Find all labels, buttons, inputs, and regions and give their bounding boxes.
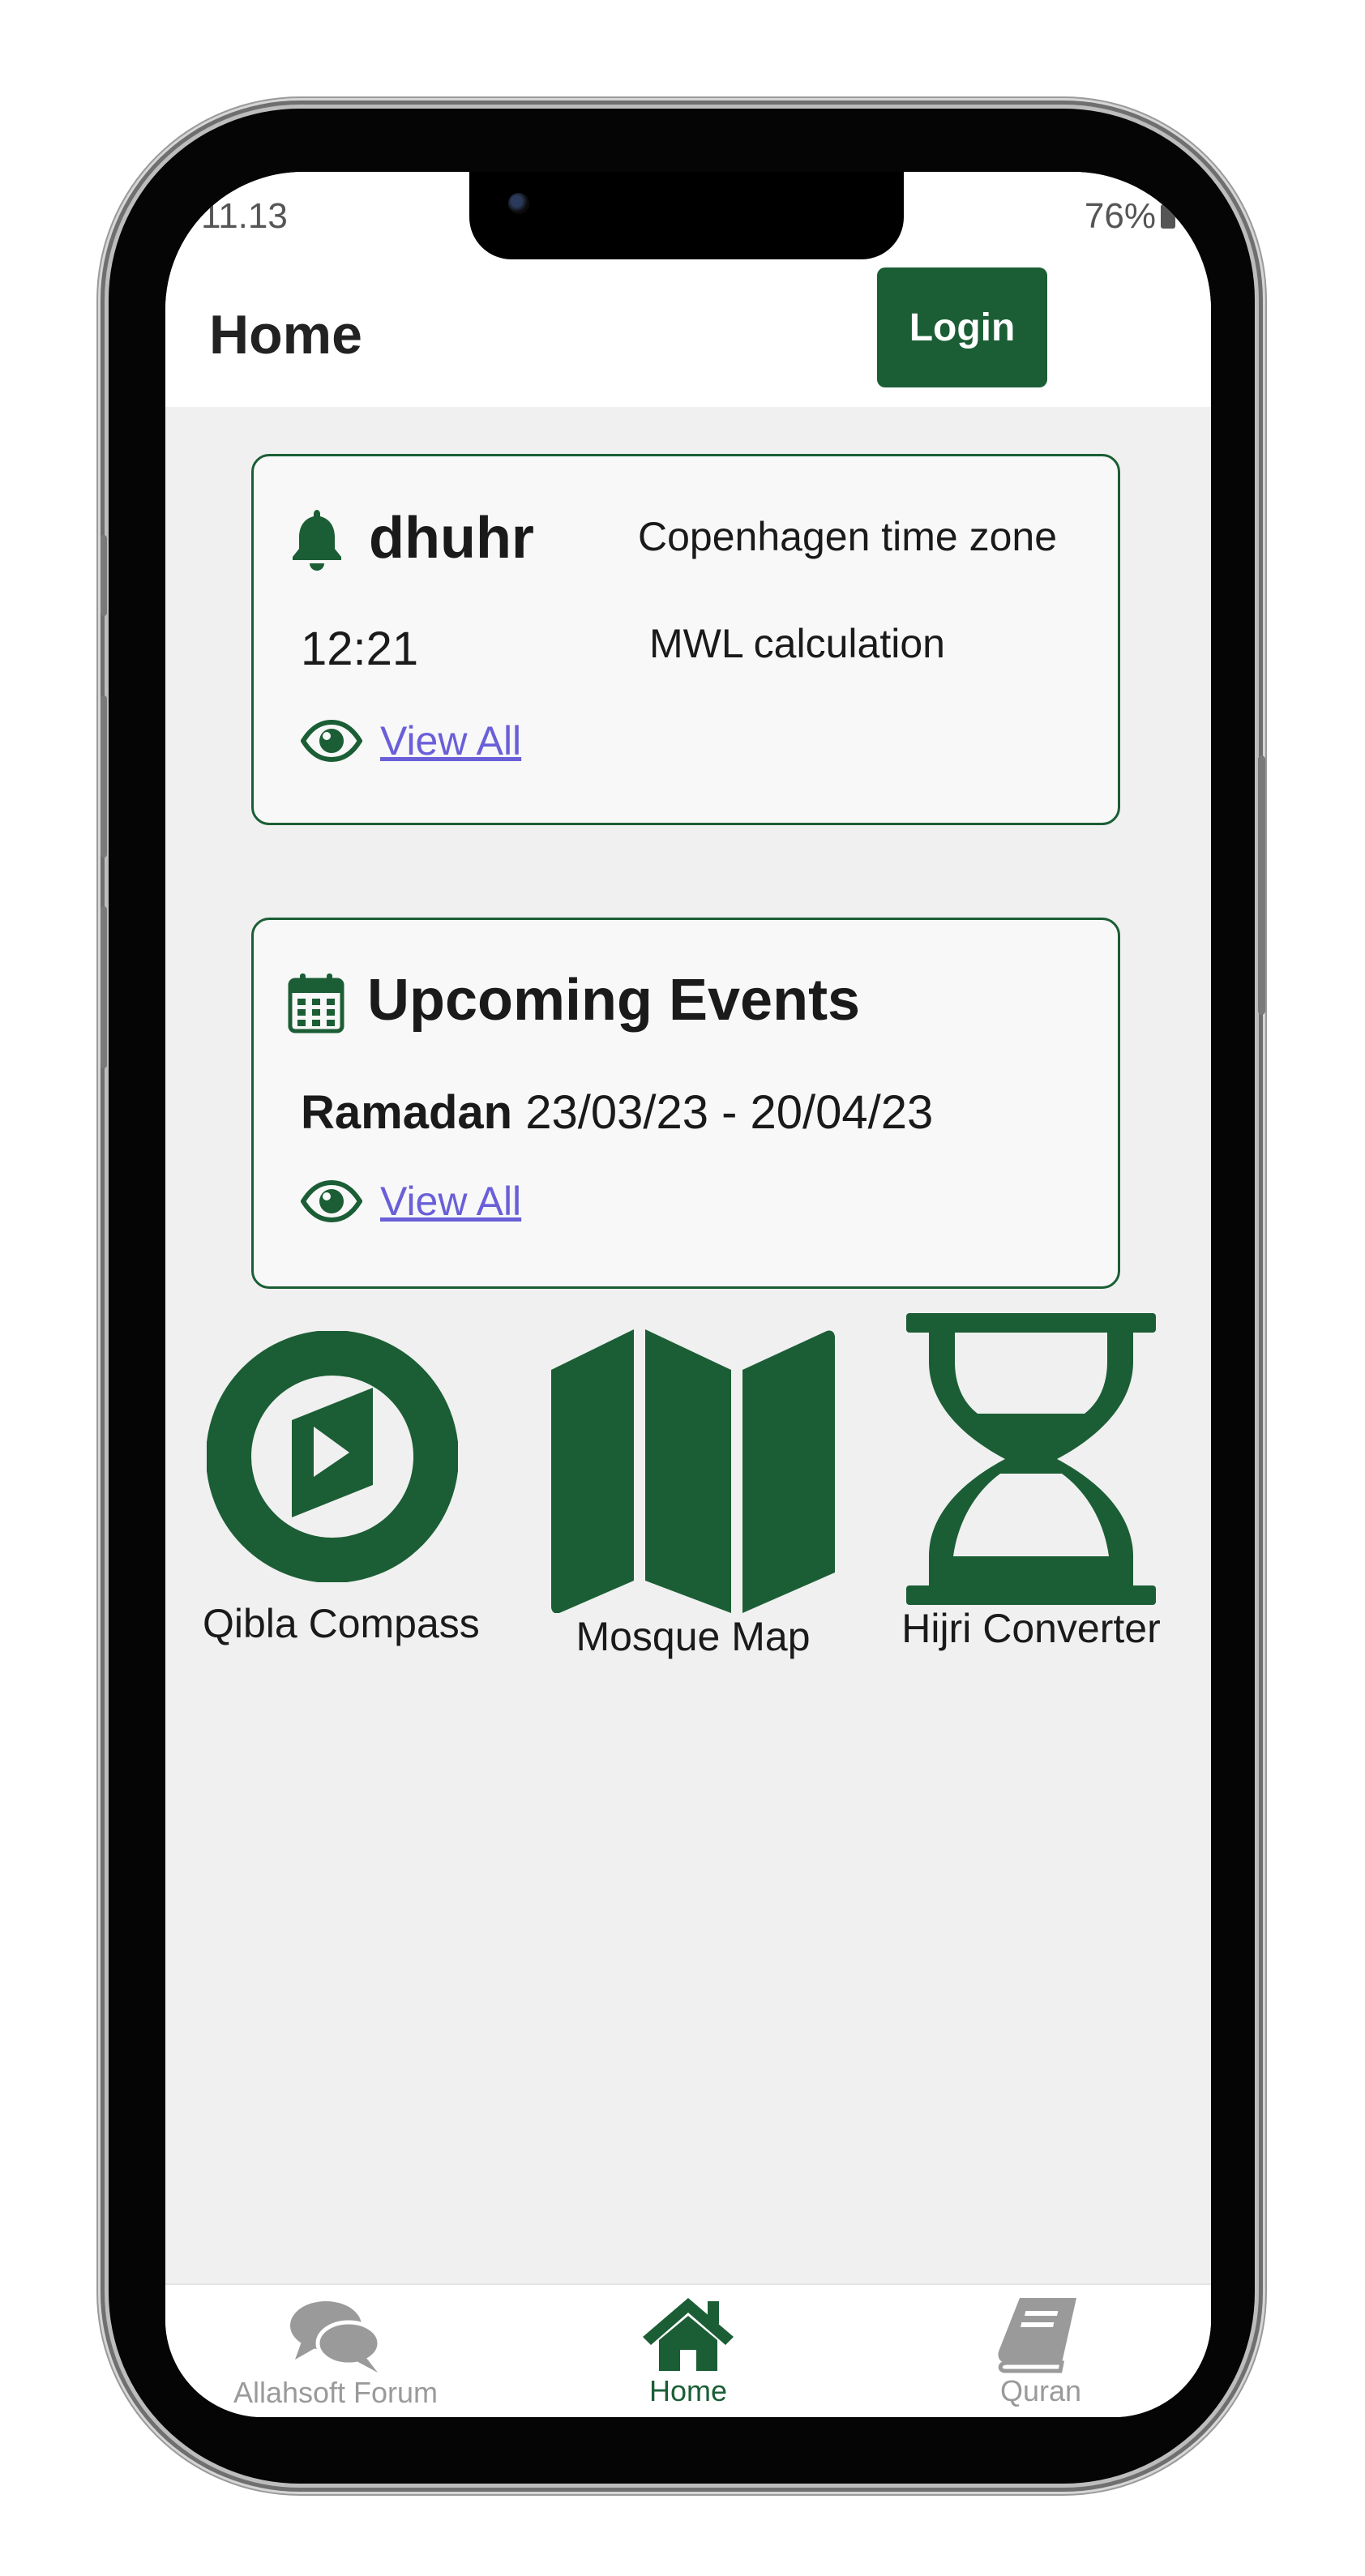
upcoming-events-card: Upcoming Events Ramadan 23/03/23 - 20/04… (251, 918, 1120, 1289)
prayer-name: dhuhr (369, 506, 534, 571)
feature-label: Qibla Compass (203, 1601, 480, 1646)
app-screen: 11.13 76% Home Login dhuhr Copenhagen ti… (165, 172, 1211, 2417)
hourglass-icon (906, 1313, 1156, 1605)
bottom-tab-bar: Allahsoft Forum Home Quran (165, 2283, 1211, 2417)
tab-label: Quran (999, 2374, 1082, 2407)
eye-icon (301, 1180, 362, 1222)
feature-label: Mosque Map (576, 1614, 811, 1659)
event-row: Ramadan 23/03/23 - 20/04/23 (301, 1085, 933, 1140)
eye-icon (301, 720, 362, 762)
notch (469, 172, 904, 259)
side-button-silent (101, 535, 107, 616)
battery-percent: 76% (1084, 196, 1156, 236)
status-battery: 76% (1085, 196, 1175, 237)
side-button-power (1258, 755, 1265, 1015)
tab-quran[interactable]: Quran (919, 2285, 1162, 2408)
view-all-label[interactable]: View All (380, 717, 521, 764)
event-dates: 23/03/23 - 20/04/23 (525, 1086, 934, 1139)
book-icon (998, 2298, 1076, 2373)
timezone-label: Copenhagen time zone (638, 514, 1058, 559)
login-button[interactable]: Login (877, 267, 1047, 387)
hijri-converter-button[interactable]: Hijri Converter (893, 1313, 1169, 1652)
event-name: Ramadan (301, 1086, 513, 1139)
mosque-map-button[interactable]: Mosque Map (543, 1329, 843, 1660)
prayer-view-all-link[interactable]: View All (301, 717, 521, 764)
prayer-time-card: dhuhr Copenhagen time zone 12:21 MWL cal… (251, 454, 1120, 825)
compass-icon (207, 1331, 458, 1582)
view-all-label[interactable]: View All (380, 1178, 521, 1225)
status-time: 11.13 (201, 196, 288, 236)
feature-grid: Qibla Compass Mosque Map Hijri Converter (165, 1313, 1211, 1704)
front-camera (508, 193, 529, 214)
battery-icon (1161, 200, 1175, 229)
calendar-icon (288, 973, 344, 1033)
feature-label: Hijri Converter (901, 1606, 1161, 1651)
tab-allahsoft-forum[interactable]: Allahsoft Forum (214, 2285, 457, 2410)
events-title: Upcoming Events (367, 968, 861, 1033)
tab-label: Home (648, 2374, 728, 2407)
side-button-volume-down (101, 906, 107, 1068)
events-view-all-link[interactable]: View All (301, 1178, 521, 1225)
calculation-method: MWL calculation (649, 621, 945, 666)
map-icon (551, 1329, 835, 1613)
comments-icon (290, 2301, 382, 2373)
prayer-time: 12:21 (301, 623, 419, 675)
tab-label: Allahsoft Forum (233, 2376, 439, 2409)
page-title: Home (209, 304, 362, 366)
home-icon (643, 2298, 734, 2371)
side-button-volume-up (101, 695, 107, 858)
tab-home[interactable]: Home (567, 2285, 810, 2408)
bell-icon (293, 510, 341, 571)
qibla-compass-button[interactable]: Qibla Compass (203, 1331, 480, 1647)
